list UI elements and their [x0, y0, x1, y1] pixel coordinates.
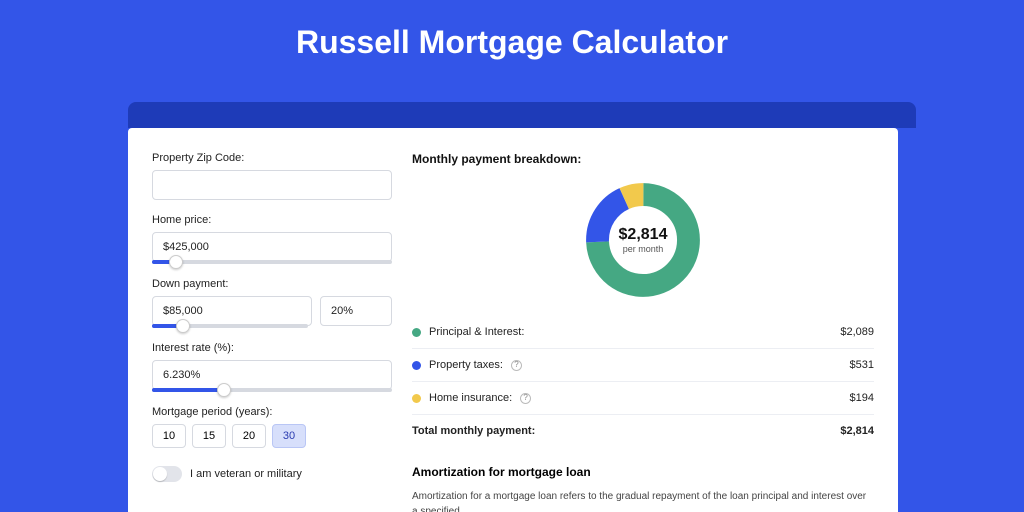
- period-label: Mortgage period (years):: [152, 406, 392, 418]
- legend-value: $194: [850, 392, 874, 404]
- zip-input[interactable]: [152, 170, 392, 200]
- home-price-slider[interactable]: [152, 260, 392, 264]
- interest-slider[interactable]: [152, 388, 392, 392]
- veteran-toggle[interactable]: [152, 466, 182, 482]
- legend-dot-icon: [412, 394, 421, 403]
- legend-label: Principal & Interest:: [429, 326, 524, 338]
- card-top-shadow: [128, 102, 916, 128]
- period-btn-30[interactable]: 30: [272, 424, 306, 448]
- period-group: 10152030: [152, 424, 392, 448]
- page-title: Russell Mortgage Calculator: [0, 0, 1024, 85]
- donut-sub: per month: [623, 244, 664, 254]
- down-payment-label: Down payment:: [152, 278, 392, 290]
- legend-dot-icon: [412, 328, 421, 337]
- legend-row: Property taxes:? $531: [412, 349, 874, 382]
- legend-value: $2,089: [840, 326, 874, 338]
- help-icon[interactable]: ?: [520, 393, 531, 404]
- help-icon[interactable]: ?: [511, 360, 522, 371]
- form-panel: Property Zip Code: Home price: Down paym…: [152, 152, 392, 512]
- home-price-input[interactable]: [152, 232, 392, 262]
- legend-label: Home insurance:: [429, 392, 512, 404]
- breakdown-title: Monthly payment breakdown:: [412, 152, 874, 166]
- zip-label: Property Zip Code:: [152, 152, 392, 164]
- amort-title: Amortization for mortgage loan: [412, 465, 874, 479]
- total-value: $2,814: [840, 425, 874, 437]
- period-btn-20[interactable]: 20: [232, 424, 266, 448]
- legend-row: Principal & Interest: $2,089: [412, 316, 874, 349]
- interest-label: Interest rate (%):: [152, 342, 392, 354]
- veteran-label: I am veteran or military: [190, 468, 302, 480]
- legend-list: Principal & Interest: $2,089 Property taxe…: [412, 316, 874, 415]
- legend-row: Home insurance:? $194: [412, 382, 874, 415]
- down-payment-slider[interactable]: [152, 324, 308, 328]
- period-btn-15[interactable]: 15: [192, 424, 226, 448]
- calculator-card: Property Zip Code: Home price: Down paym…: [128, 128, 898, 512]
- legend-total-row: Total monthly payment: $2,814: [412, 415, 874, 447]
- legend-label: Property taxes:: [429, 359, 503, 371]
- donut-amount: $2,814: [619, 226, 668, 244]
- payment-donut-chart: $2,814 per month: [583, 180, 703, 300]
- total-label: Total monthly payment:: [412, 425, 535, 437]
- down-payment-pct-input[interactable]: [320, 296, 392, 326]
- legend-dot-icon: [412, 361, 421, 370]
- amort-text: Amortization for a mortgage loan refers …: [412, 489, 874, 512]
- home-price-label: Home price:: [152, 214, 392, 226]
- breakdown-panel: Monthly payment breakdown: $2,814 per mo…: [412, 152, 874, 512]
- donut-wrap: $2,814 per month: [412, 180, 874, 300]
- legend-value: $531: [850, 359, 874, 371]
- toggle-knob: [153, 467, 167, 481]
- interest-input[interactable]: [152, 360, 392, 390]
- period-btn-10[interactable]: 10: [152, 424, 186, 448]
